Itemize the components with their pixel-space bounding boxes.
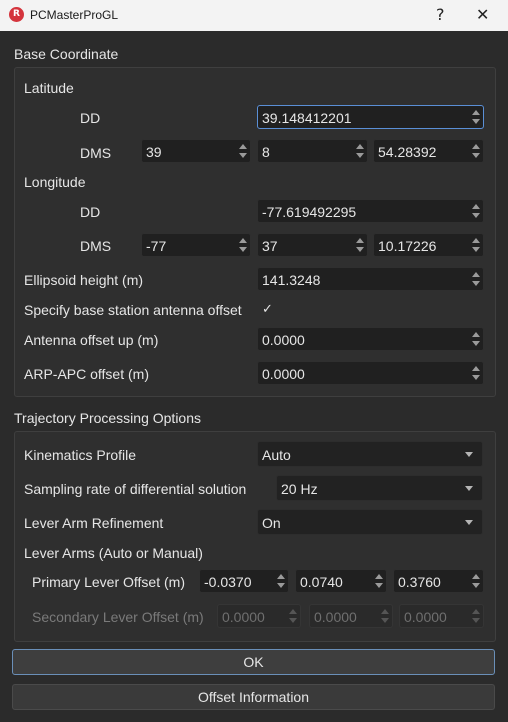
window-title: PCMasterProGL [30,8,119,22]
lat-min-input[interactable]: 8 [257,139,368,163]
help-button[interactable]: ? [436,5,445,24]
secondary-lever-z-input: 0.0000 [399,604,484,628]
trajectory-options-title: Trajectory Processing Options [14,410,201,426]
spin-arrows-icon[interactable] [471,270,481,288]
title-bar: R PCMasterProGL ? ✕ [0,0,508,31]
kinematics-label: Kinematics Profile [24,447,137,463]
antenna-up-label: Antenna offset up (m) [24,332,159,348]
lever-refinement-select[interactable]: On [257,509,483,535]
spin-arrows-icon[interactable] [471,364,481,382]
spin-arrows-icon[interactable] [238,236,248,254]
lever-arms-label: Lever Arms (Auto or Manual) [24,545,203,561]
spin-arrows-icon[interactable] [471,202,481,220]
secondary-lever-label: Secondary Lever Offset (m) [32,609,204,625]
chevron-down-icon [465,452,473,457]
latitude-label: Latitude [24,80,74,96]
primary-lever-z-input[interactable]: 0.3760 [393,569,484,593]
lat-dd-input[interactable]: 39.148412201 [257,105,484,129]
primary-lever-x-input[interactable]: -0.0370 [199,569,289,593]
spin-arrows-icon[interactable] [471,330,481,348]
spin-arrows-icon[interactable] [355,142,365,160]
spin-arrows-icon [288,607,298,625]
spin-arrows-icon[interactable] [276,572,286,590]
lat-sec-input[interactable]: 54.28392 [373,139,484,163]
app-logo-icon: R [9,7,24,22]
arp-apc-input[interactable]: 0.0000 [257,361,484,385]
sampling-rate-select[interactable]: 20 Hz [276,475,483,501]
lon-dms-label: DMS [80,238,112,254]
spin-arrows-icon[interactable] [471,142,481,160]
antenna-offset-checkbox[interactable]: ✓ [262,302,273,317]
lat-dd-label: DD [80,110,101,126]
offset-information-button[interactable]: Offset Information [12,684,495,710]
lat-dms-label: DMS [80,145,112,161]
primary-lever-label: Primary Lever Offset (m) [32,574,185,590]
ellipsoid-height-label: Ellipsoid height (m) [24,272,144,288]
spin-arrows-icon[interactable] [355,236,365,254]
spin-arrows-icon[interactable] [471,236,481,254]
spin-arrows-icon[interactable] [238,142,248,160]
spin-arrows-icon[interactable] [471,108,481,126]
ok-button[interactable]: OK [12,649,495,675]
lon-sec-input[interactable]: 10.17226 [373,233,484,257]
secondary-lever-x-input: 0.0000 [217,604,301,628]
close-button[interactable]: ✕ [476,5,489,24]
antenna-up-input[interactable]: 0.0000 [257,327,484,351]
chevron-down-icon [465,486,473,491]
ellipsoid-height-input[interactable]: 141.3248 [257,267,484,291]
spin-arrows-icon [471,607,481,625]
spin-arrows-icon[interactable] [374,572,384,590]
lon-dd-input[interactable]: -77.619492295 [257,199,484,223]
lon-min-input[interactable]: 37 [257,233,368,257]
spin-arrows-icon[interactable] [471,572,481,590]
spin-arrows-icon [380,607,390,625]
lever-refinement-label: Lever Arm Refinement [24,515,164,531]
base-coordinate-title: Base Coordinate [14,46,119,62]
lon-dd-label: DD [80,204,101,220]
longitude-label: Longitude [24,174,86,190]
lat-deg-input[interactable]: 39 [141,139,251,163]
chevron-down-icon [465,520,473,525]
arp-apc-label: ARP-APC offset (m) [24,366,149,382]
lon-deg-input[interactable]: -77 [141,233,251,257]
secondary-lever-y-input: 0.0000 [309,604,393,628]
sampling-rate-label: Sampling rate of differential solution [24,481,247,497]
antenna-offset-checkbox-label[interactable]: Specify base station antenna offset [24,302,242,318]
primary-lever-y-input[interactable]: 0.0740 [295,569,387,593]
kinematics-select[interactable]: Auto [257,441,483,467]
